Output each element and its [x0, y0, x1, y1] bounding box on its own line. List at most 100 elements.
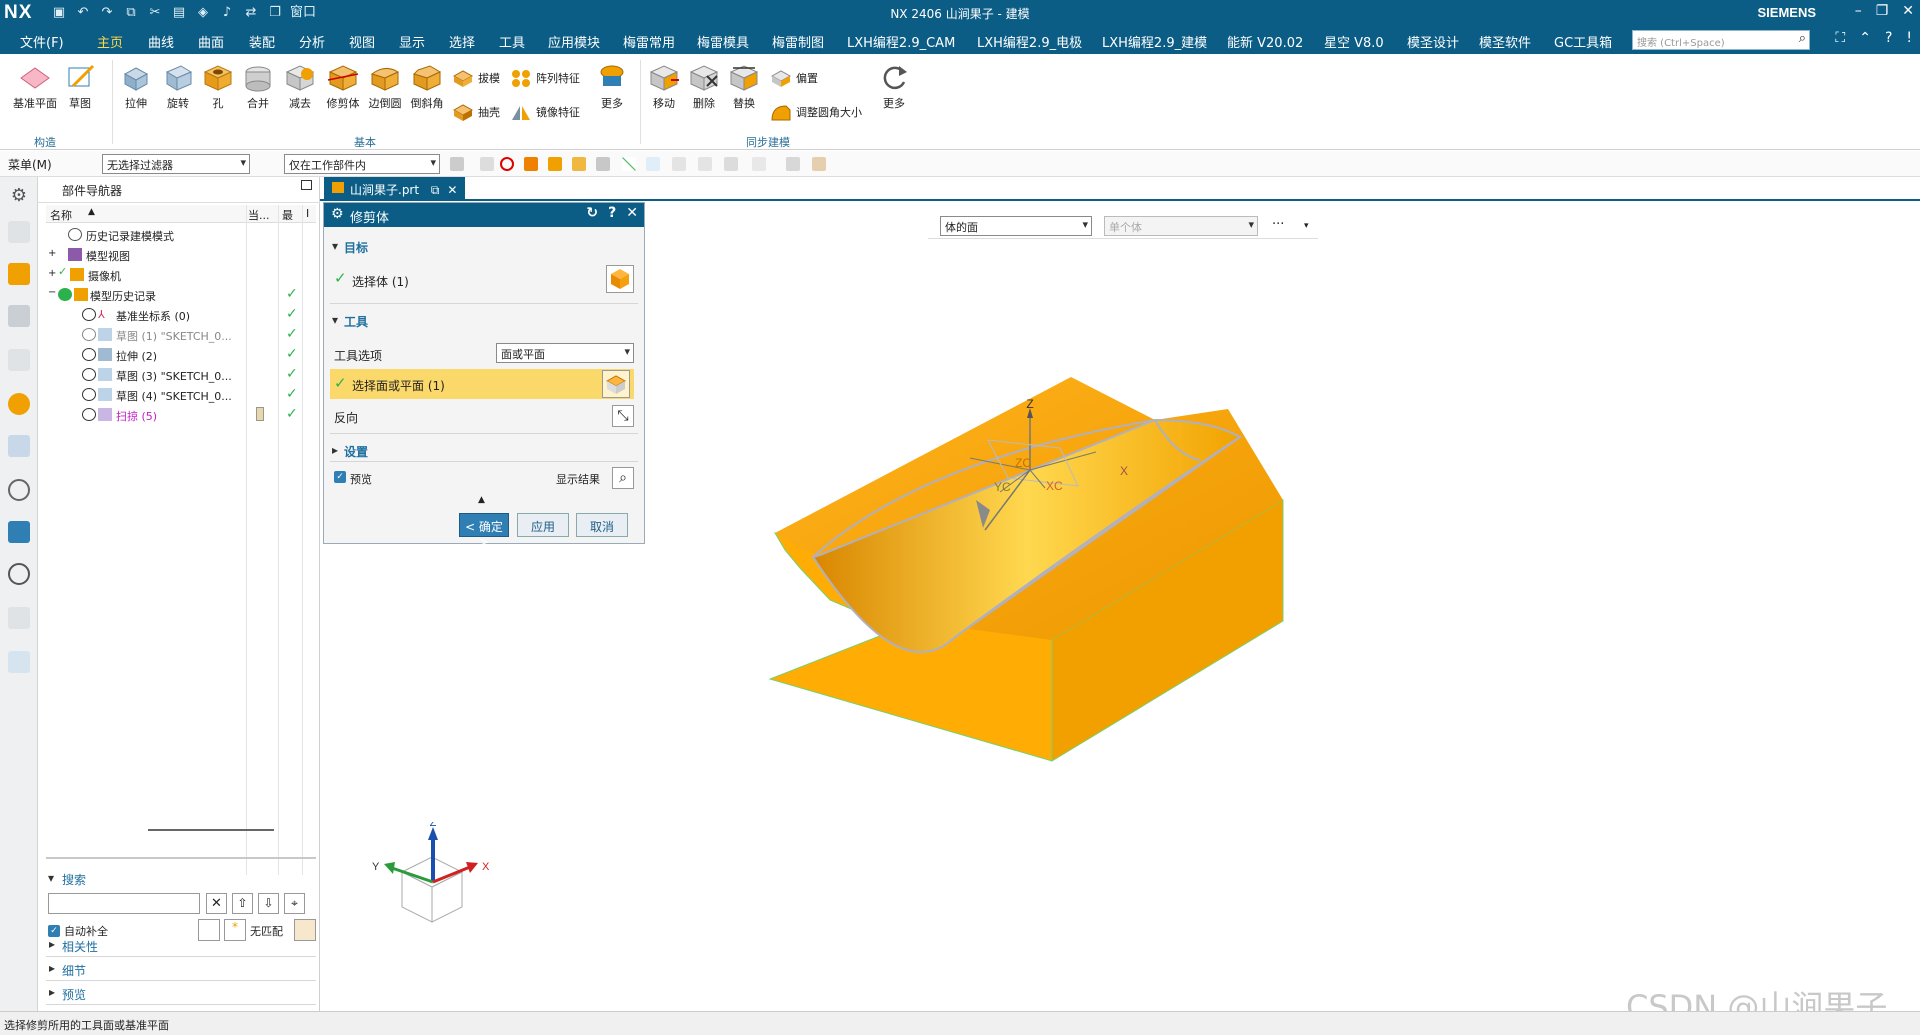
chamfer-button[interactable]: 倒斜角	[406, 62, 448, 111]
cancel-button[interactable]: 取消	[576, 513, 628, 537]
maximize-panel-icon[interactable]	[301, 180, 312, 190]
col-current[interactable]: 当...	[248, 207, 270, 223]
tool-option-dropdown[interactable]: 面或平面	[496, 343, 634, 363]
tree-row[interactable]: 历史记录建模模式	[46, 225, 316, 245]
offset-region-button[interactable]: 偏置	[770, 68, 818, 88]
tool-selection-row[interactable]: ✓ 选择面或平面 (1)	[330, 369, 634, 399]
point-snap-icon[interactable]	[752, 157, 766, 171]
feature-filter-icon[interactable]	[572, 157, 586, 171]
tab-tools[interactable]: 工具	[499, 32, 525, 51]
edge-blend-button[interactable]: 边倒圆	[364, 62, 406, 111]
part-file-tab[interactable]: 山涧果子.prt ⧉ ✕	[324, 177, 466, 199]
sketch-filter-icon[interactable]	[698, 157, 712, 171]
delete-face-button[interactable]: 删除	[684, 62, 724, 111]
tab-display[interactable]: 显示	[399, 32, 425, 51]
body-filter-icon[interactable]	[524, 157, 538, 171]
help-icon[interactable]: ?	[608, 205, 616, 221]
resize-blend-button[interactable]: 调整圆角大小	[770, 102, 862, 122]
pattern-feature-button[interactable]: 阵列特征	[510, 68, 580, 88]
clear-icon[interactable]: ✕	[206, 893, 227, 914]
part-navigator-icon[interactable]	[8, 305, 30, 327]
navigator-search-input[interactable]	[48, 893, 200, 914]
stop-icon[interactable]	[500, 157, 514, 171]
fullscreen-icon[interactable]: ⛶	[1835, 30, 1845, 46]
selection-scope-dropdown[interactable]: 仅在工作部件内	[284, 154, 440, 174]
draft-button[interactable]: 拔模	[452, 68, 500, 88]
body-scope-dropdown[interactable]: 单个体	[1104, 216, 1258, 236]
select-face-button[interactable]	[602, 370, 630, 398]
pin-icon[interactable]: ⧉	[431, 183, 440, 197]
close-tab-icon[interactable]: ✕	[447, 183, 457, 197]
tree-row[interactable]: 草图 (3) "SKETCH_0... ✓	[46, 365, 316, 385]
point-filter-icon[interactable]	[646, 157, 660, 171]
tab-analysis[interactable]: 分析	[299, 32, 325, 51]
solid-view-icon[interactable]	[812, 157, 826, 171]
extrude-button[interactable]: 拉伸	[116, 62, 156, 111]
system-materials-icon[interactable]	[8, 607, 30, 629]
more-options-icon[interactable]: ···	[1272, 217, 1284, 232]
search-section-header[interactable]: ▾ 搜索	[46, 871, 86, 888]
arrow-up-icon[interactable]: ⇧	[232, 893, 253, 914]
tab-home[interactable]: 主页	[92, 32, 128, 57]
selection-filter-dropdown[interactable]: 无选择过滤器	[102, 154, 250, 174]
datum-plane-button[interactable]: 基准平面	[10, 62, 60, 111]
section-preview[interactable]: 预览	[46, 983, 316, 1005]
collapse-ribbon-icon[interactable]: ⌃	[1859, 30, 1871, 46]
process-studio-icon[interactable]	[8, 651, 30, 673]
expand-icon[interactable]: +	[48, 248, 56, 259]
tree-row[interactable]: 草图 (4) "SKETCH_0... ✓	[46, 385, 316, 405]
tab-curve[interactable]: 曲线	[148, 32, 174, 51]
snap-point-icon[interactable]	[672, 157, 686, 171]
tab-gc-toolbox[interactable]: GC工具箱	[1554, 32, 1612, 51]
tab-lxh-modeling[interactable]: LXH编程2.9_建模	[1102, 32, 1207, 51]
unite-button[interactable]: 合并	[238, 62, 278, 111]
preview-checkbox[interactable]: ✓	[334, 471, 346, 483]
trim-body-button[interactable]: 修剪体	[322, 62, 364, 111]
face-filter-icon[interactable]	[548, 157, 562, 171]
eye-icon[interactable]	[82, 388, 96, 401]
assembly-navigator-icon[interactable]	[8, 221, 30, 243]
main-menu-button[interactable]: 菜单(M)	[8, 156, 52, 173]
reuse-library-icon[interactable]	[8, 349, 30, 371]
collapse-up-icon[interactable]: ▲	[478, 495, 485, 505]
tab-meilei-drawing[interactable]: 梅雷制图	[772, 32, 824, 51]
chevron-down-icon[interactable]: ▾	[1304, 221, 1309, 231]
subtract-button[interactable]: 减去	[280, 62, 320, 111]
tab-lxh-electrode[interactable]: LXH编程2.9_电极	[977, 32, 1082, 51]
tab-assembly[interactable]: 装配	[249, 32, 275, 51]
move-face-button[interactable]: 移动	[644, 62, 684, 111]
more-basic-button[interactable]: 更多	[592, 62, 632, 111]
tab-mosheng-software[interactable]: 模圣软件	[1479, 32, 1531, 51]
eye-hidden-icon[interactable]	[82, 328, 96, 341]
command-search-input[interactable]: 搜索 (Ctrl+Space) ⌕	[1632, 30, 1810, 50]
view-filter-icon[interactable]	[786, 157, 800, 171]
gear-icon[interactable]: ⚙	[8, 185, 30, 207]
replace-face-button[interactable]: 替换	[724, 62, 764, 111]
tab-lxh-cam[interactable]: LXH编程2.9_CAM	[847, 32, 955, 51]
target-selection-row[interactable]: ✓ 选择体 (1)	[334, 265, 634, 299]
panel-splitter[interactable]	[46, 857, 316, 859]
col-latest[interactable]: 最	[282, 207, 293, 223]
component-filter-icon[interactable]	[596, 157, 610, 171]
horizontal-scrollbar[interactable]	[148, 829, 274, 831]
mirror-feature-button[interactable]: 镜像特征	[510, 102, 580, 122]
tab-surface[interactable]: 曲面	[198, 32, 224, 51]
locate-icon[interactable]: ⌖	[284, 893, 305, 914]
eye-icon[interactable]	[82, 308, 96, 321]
reverse-direction-icon[interactable]: ⤡	[612, 405, 634, 427]
section-tool[interactable]: 工具	[330, 313, 638, 330]
eye-icon[interactable]	[82, 348, 96, 361]
reset-icon[interactable]: ↻	[586, 205, 598, 221]
constraint-navigator-icon[interactable]	[8, 263, 30, 285]
tab-mosheng-design[interactable]: 模圣设计	[1407, 32, 1459, 51]
close-icon[interactable]: ✕	[1902, 3, 1914, 19]
tab-xingkong[interactable]: 星空 V8.0	[1324, 32, 1384, 51]
more-sync-button[interactable]: 更多	[874, 62, 914, 111]
tab-applications[interactable]: 应用模块	[548, 32, 600, 51]
plane-filter-icon[interactable]	[724, 157, 738, 171]
roles-icon[interactable]	[8, 435, 30, 457]
tab-meilei-mold[interactable]: 梅雷模具	[697, 32, 749, 51]
section-details[interactable]: 细节	[46, 959, 316, 981]
tree-row[interactable]: 草图 (1) "SKETCH_0... ✓	[46, 325, 316, 345]
show-result-icon[interactable]: ⌕	[612, 467, 634, 489]
